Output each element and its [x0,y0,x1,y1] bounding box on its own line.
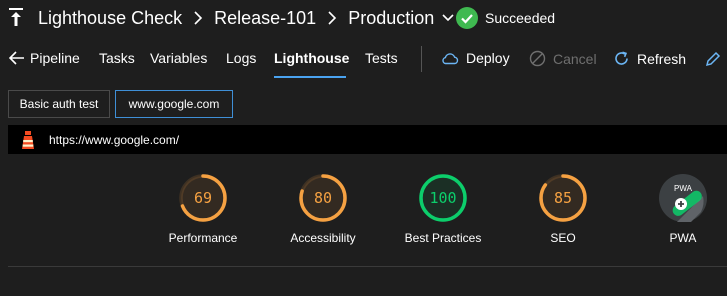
chevron-down-icon[interactable] [442,13,454,23]
score-label: Accessibility [290,231,356,245]
score-label: Best Practices [404,231,482,245]
chevron-right-icon [194,11,203,25]
score-accessibility[interactable]: 80 Accessibility [268,165,378,245]
refresh-button[interactable]: Refresh [613,50,686,67]
gauge-value: 100 [429,189,456,207]
back-arrow-icon[interactable] [9,51,25,65]
score-pwa[interactable]: PWA PWA [628,165,727,245]
gauge-seo: 85 [539,174,587,222]
gauge-best-practices: 100 [419,174,467,222]
tab-tasks[interactable]: Tasks [99,50,135,66]
success-check-icon [456,7,478,29]
pwa-badge-text: PWA [674,184,693,193]
tab-variables[interactable]: Variables [150,50,207,66]
deploy-label: Deploy [466,50,510,66]
cancel-icon [529,50,546,67]
breadcrumb-release[interactable]: Release-101 [214,8,316,29]
chevron-right-icon [328,11,337,25]
gauge-value: 80 [314,189,332,207]
score-label: PWA [669,231,697,245]
lighthouse-logo-icon [22,130,34,149]
score-label: Performance [168,231,238,245]
tab-logs[interactable]: Logs [226,50,256,66]
active-tab-indicator [274,76,346,78]
tab-lighthouse[interactable]: Lighthouse [274,50,349,66]
refresh-label: Refresh [637,50,687,67]
score-performance[interactable]: 69 Performance [148,165,258,245]
release-header: Lighthouse Check Release-101 Production … [0,0,727,36]
score-seo[interactable]: 85 SEO [508,165,618,245]
cancel-label: Cancel [553,50,597,67]
section-divider [8,266,727,267]
breadcrumb-pipeline[interactable]: Lighthouse Check [38,8,182,29]
release-pipeline-icon [9,8,23,26]
subtab-basic-auth-test[interactable]: Basic auth test [8,90,110,118]
tab-tests[interactable]: Tests [365,50,398,66]
status-text: Succeeded [485,10,556,26]
release-nav: Pipeline Tasks Variables Logs Lighthouse… [0,38,727,80]
breadcrumb: Lighthouse Check Release-101 Production [38,0,454,36]
score-label: SEO [550,231,576,245]
gauge-accessibility: 80 [299,174,347,222]
refresh-icon [615,51,628,65]
lighthouse-scores: 69 Performance 80 Accessibility 100 Best… [0,165,727,265]
gauge-performance: 69 [179,174,227,222]
report-url[interactable]: https://www.google.com/ [49,133,179,147]
nav-divider [421,46,422,72]
breadcrumb-stage[interactable]: Production [348,8,434,29]
gauge-value: 85 [554,189,572,207]
pwa-badge: PWA [659,174,707,222]
cloud-icon [442,53,459,65]
tab-pipeline[interactable]: Pipeline [30,50,80,66]
deploy-button[interactable]: Deploy [441,50,510,66]
report-url-bar: https://www.google.com/ [8,125,727,154]
gauge-value: 69 [194,189,212,207]
cancel-button[interactable]: Cancel [529,50,597,67]
edit-pencil-icon[interactable] [705,51,721,67]
subtab-google[interactable]: www.google.com [115,90,233,118]
score-best-practices[interactable]: 100 Best Practices [388,165,498,245]
status-badge: Succeeded [456,6,555,30]
